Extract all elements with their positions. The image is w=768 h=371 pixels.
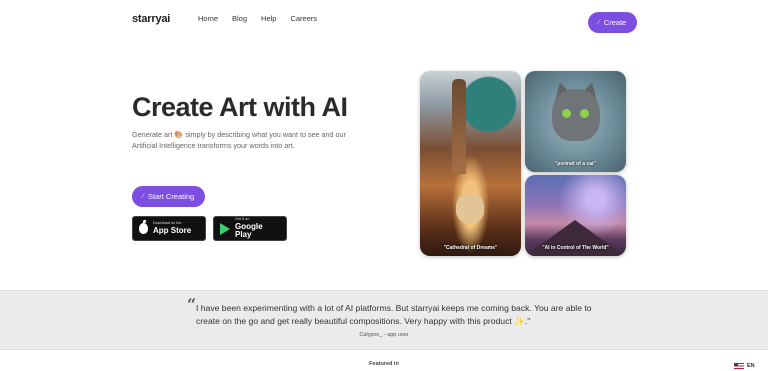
google-play-button[interactable]: Get it on Google Play bbox=[213, 216, 287, 241]
gallery-image-cat[interactable]: "portrait of a cat" bbox=[525, 71, 626, 172]
gallery-image-galaxy[interactable]: "AI in Control of The World" bbox=[525, 175, 626, 256]
nav-link-help[interactable]: Help bbox=[261, 14, 276, 23]
logo[interactable]: starryai bbox=[132, 13, 170, 25]
language-selector[interactable]: EN bbox=[734, 363, 755, 369]
quote-mark-icon: “ bbox=[187, 295, 197, 314]
nav-link-blog[interactable]: Blog bbox=[232, 14, 247, 23]
testimonial-section: “ I have been experimenting with a lot o… bbox=[0, 290, 768, 350]
gallery-caption: "portrait of a cat" bbox=[554, 161, 597, 167]
create-button[interactable]: ⁄ Create bbox=[588, 12, 637, 33]
app-store-button[interactable]: Download on the App Store bbox=[132, 216, 206, 241]
language-code: EN bbox=[747, 363, 755, 369]
us-flag-icon bbox=[734, 363, 744, 369]
google-play-big-text: Google Play bbox=[235, 221, 263, 239]
magic-wand-icon: ⁄ bbox=[598, 19, 600, 26]
nav-link-careers[interactable]: Careers bbox=[290, 14, 317, 23]
gallery-image-cathedral[interactable]: "Cathedral of Dreams" bbox=[420, 71, 521, 256]
gallery-caption: "AI in Control of The World" bbox=[542, 245, 609, 251]
start-creating-button[interactable]: ⁄ Start Creating bbox=[132, 186, 205, 207]
app-store-big-text: App Store bbox=[153, 225, 192, 235]
google-play-icon bbox=[220, 222, 230, 235]
hero-headline: Create Art with AI bbox=[132, 92, 348, 122]
nav-link-home[interactable]: Home bbox=[198, 14, 218, 23]
testimonial-author: Calypso_ - app user bbox=[359, 332, 409, 338]
hero-subtext-part1: Generate art bbox=[132, 130, 173, 139]
palette-emoji: 🎨 bbox=[174, 130, 184, 139]
featured-in-heading: Featured in bbox=[369, 361, 399, 367]
create-button-label: Create bbox=[603, 18, 627, 27]
nav-links: Home Blog Help Careers bbox=[198, 14, 317, 23]
start-creating-label: Start Creating bbox=[147, 192, 195, 201]
gallery-caption: "Cathedral of Dreams" bbox=[443, 245, 498, 251]
magic-wand-icon: ⁄ bbox=[142, 193, 144, 200]
hero-subtext: Generate art 🎨 simply by describing what… bbox=[132, 129, 362, 151]
testimonial-quote: I have been experimenting with a lot of … bbox=[196, 303, 592, 326]
apple-icon bbox=[139, 220, 148, 234]
top-navbar: starryai Home Blog Help Careers ⁄ Create bbox=[0, 0, 768, 40]
